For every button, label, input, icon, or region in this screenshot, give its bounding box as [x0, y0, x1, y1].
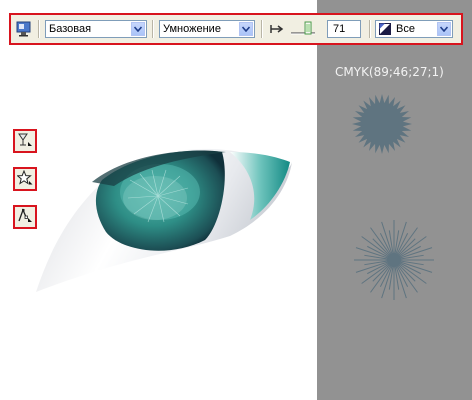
cmyk-label: CMYK(89;46;27;1) [335, 65, 444, 79]
merge-mode-value: Умножение [163, 23, 221, 35]
separator [38, 20, 40, 38]
starburst-solid [352, 94, 412, 154]
opacity-slider[interactable] [289, 20, 317, 38]
opacity-input[interactable]: 71 [327, 20, 361, 38]
separator [261, 20, 263, 38]
chevron-down-icon[interactable] [239, 22, 253, 36]
separator [369, 20, 371, 38]
target-icon [379, 23, 391, 35]
transparency-type-select[interactable]: Базовая [45, 20, 147, 38]
merge-mode-select[interactable]: Умножение [159, 20, 255, 38]
chevron-down-icon[interactable] [131, 22, 145, 36]
arrow-right-icon [267, 19, 287, 39]
transparency-type-value: Базовая [49, 23, 92, 35]
separator [152, 20, 154, 38]
transparency-toolbar: Базовая Умножение 71 Все [9, 13, 463, 45]
transparency-properties-icon[interactable] [14, 19, 34, 39]
apply-target-select[interactable]: Все [375, 20, 453, 38]
apply-target-value: Все [396, 23, 415, 35]
gray-panel [317, 0, 472, 400]
opacity-value: 71 [333, 23, 346, 35]
starburst-rays [354, 220, 434, 300]
slider-thumb[interactable] [304, 21, 312, 35]
eye-illustration [36, 148, 292, 292]
chevron-down-icon[interactable] [437, 22, 451, 36]
